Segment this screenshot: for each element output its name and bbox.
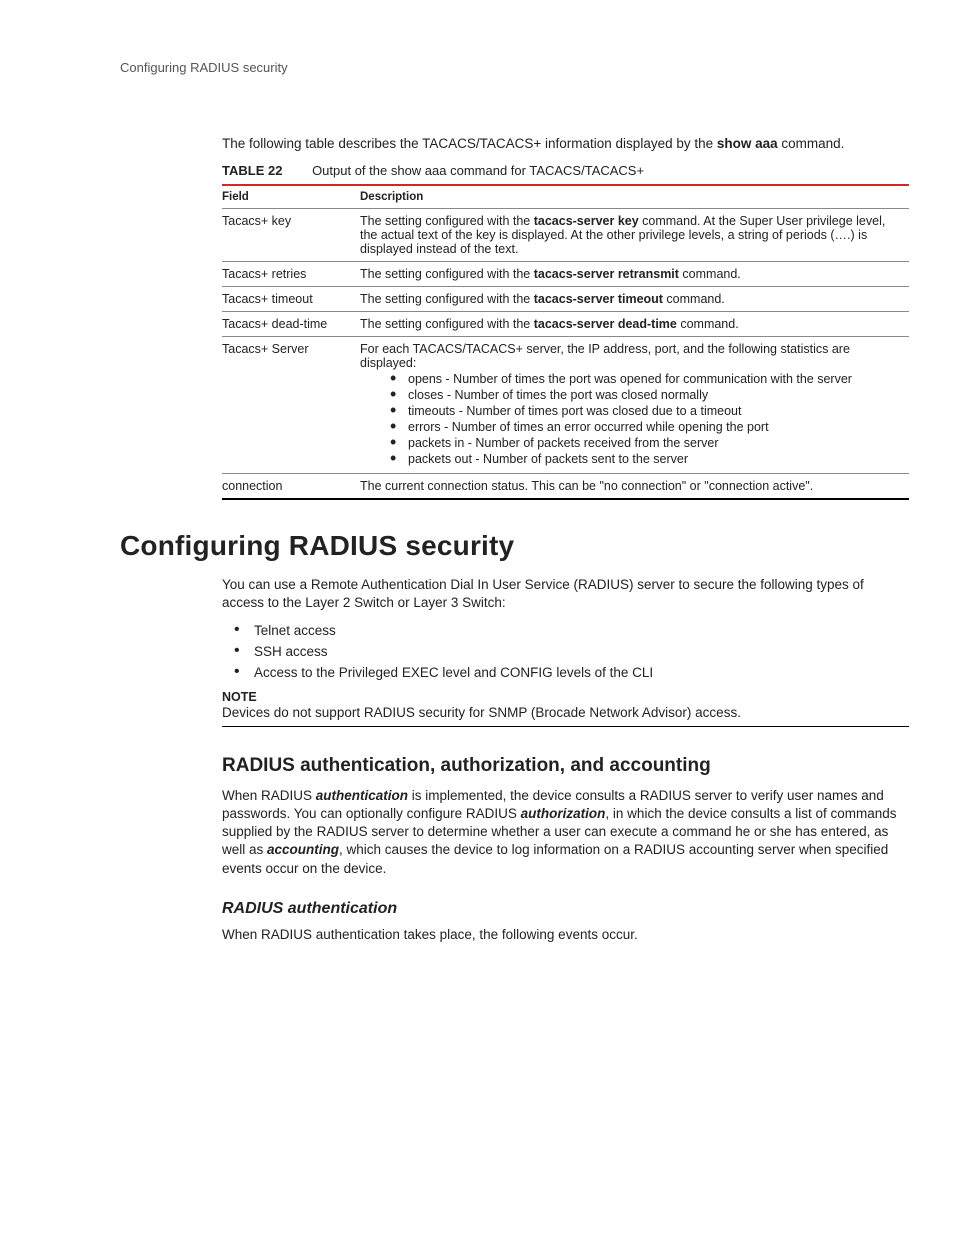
txt: The setting configured with the — [360, 317, 534, 331]
heading-configuring-radius: Configuring RADIUS security — [120, 530, 909, 562]
txt: The setting configured with the — [360, 292, 534, 306]
col-description: Description — [360, 185, 909, 209]
note-label: NOTE — [222, 690, 909, 704]
bold-term: authorization — [521, 806, 606, 821]
txt: command. — [679, 267, 741, 281]
bold-cmd: tacacs-server key — [534, 214, 639, 228]
auth-paragraph: When RADIUS authentication takes place, … — [222, 926, 909, 944]
note-block: NOTE Devices do not support RADIUS secur… — [222, 690, 909, 727]
txt: command. — [677, 317, 739, 331]
aaa-paragraph: When RADIUS authentication is implemente… — [222, 787, 909, 878]
server-lead: For each TACACS/TACACS+ server, the IP a… — [360, 342, 850, 370]
list-item: closes - Number of times the port was cl… — [390, 388, 901, 402]
document-page: Configuring RADIUS security The followin… — [0, 0, 954, 1235]
list-item: errors - Number of times an error occurr… — [390, 420, 901, 434]
table-caption: TABLE 22 Output of the show aaa command … — [222, 163, 909, 178]
bold-term: authentication — [316, 788, 408, 803]
table-row: Tacacs+ dead-time The setting configured… — [222, 312, 909, 337]
heading-radius-aaa: RADIUS authentication, authorization, an… — [222, 755, 909, 777]
cell-desc: The setting configured with the tacacs-s… — [360, 287, 909, 312]
cell-desc: The setting configured with the tacacs-s… — [360, 312, 909, 337]
txt: command. — [663, 292, 725, 306]
cell-field: Tacacs+ dead-time — [222, 312, 360, 337]
list-item: Access to the Privileged EXEC level and … — [222, 665, 909, 680]
cell-desc: The current connection status. This can … — [360, 474, 909, 500]
table-22: Field Description Tacacs+ key The settin… — [222, 184, 909, 500]
access-list: Telnet access SSH access Access to the P… — [222, 623, 909, 680]
list-item: packets in - Number of packets received … — [390, 436, 901, 450]
running-header: Configuring RADIUS security — [120, 60, 954, 75]
heading-radius-auth: RADIUS authentication — [222, 900, 909, 918]
txt: The setting configured with the — [360, 214, 534, 228]
list-item: SSH access — [222, 644, 909, 659]
cell-desc: The setting configured with the tacacs-s… — [360, 209, 909, 262]
bold-cmd: tacacs-server dead-time — [534, 317, 677, 331]
cell-field: Tacacs+ retries — [222, 262, 360, 287]
cell-field: connection — [222, 474, 360, 500]
cell-field: Tacacs+ key — [222, 209, 360, 262]
bold-cmd: tacacs-server retransmit — [534, 267, 679, 281]
col-field: Field — [222, 185, 360, 209]
list-item: Telnet access — [222, 623, 909, 638]
radius-intro: You can use a Remote Authentication Dial… — [222, 576, 909, 612]
table-title: Output of the show aaa command for TACAC… — [312, 163, 644, 178]
table-row: Tacacs+ key The setting configured with … — [222, 209, 909, 262]
table-row: connection The current connection status… — [222, 474, 909, 500]
intro-paragraph: The following table describes the TACACS… — [222, 135, 909, 153]
intro-post: command. — [778, 136, 845, 151]
table-row: Tacacs+ Server For each TACACS/TACACS+ s… — [222, 337, 909, 474]
cell-desc: For each TACACS/TACACS+ server, the IP a… — [360, 337, 909, 474]
intro-pre: The following table describes the TACACS… — [222, 136, 717, 151]
server-bullets: opens - Number of times the port was ope… — [360, 372, 901, 466]
list-item: packets out - Number of packets sent to … — [390, 452, 901, 466]
table-row: Tacacs+ retries The setting configured w… — [222, 262, 909, 287]
table-row: Tacacs+ timeout The setting configured w… — [222, 287, 909, 312]
cell-field: Tacacs+ timeout — [222, 287, 360, 312]
list-item: opens - Number of times the port was ope… — [390, 372, 901, 386]
note-text: Devices do not support RADIUS security f… — [222, 705, 909, 720]
txt: The setting configured with the — [360, 267, 534, 281]
cell-field: Tacacs+ Server — [222, 337, 360, 474]
table-label: TABLE 22 — [222, 163, 282, 178]
txt: When RADIUS — [222, 788, 316, 803]
bold-cmd: tacacs-server timeout — [534, 292, 663, 306]
list-item: timeouts - Number of times port was clos… — [390, 404, 901, 418]
cell-desc: The setting configured with the tacacs-s… — [360, 262, 909, 287]
intro-cmd: show aaa — [717, 136, 778, 151]
table-header-row: Field Description — [222, 185, 909, 209]
bold-term: accounting — [267, 842, 339, 857]
